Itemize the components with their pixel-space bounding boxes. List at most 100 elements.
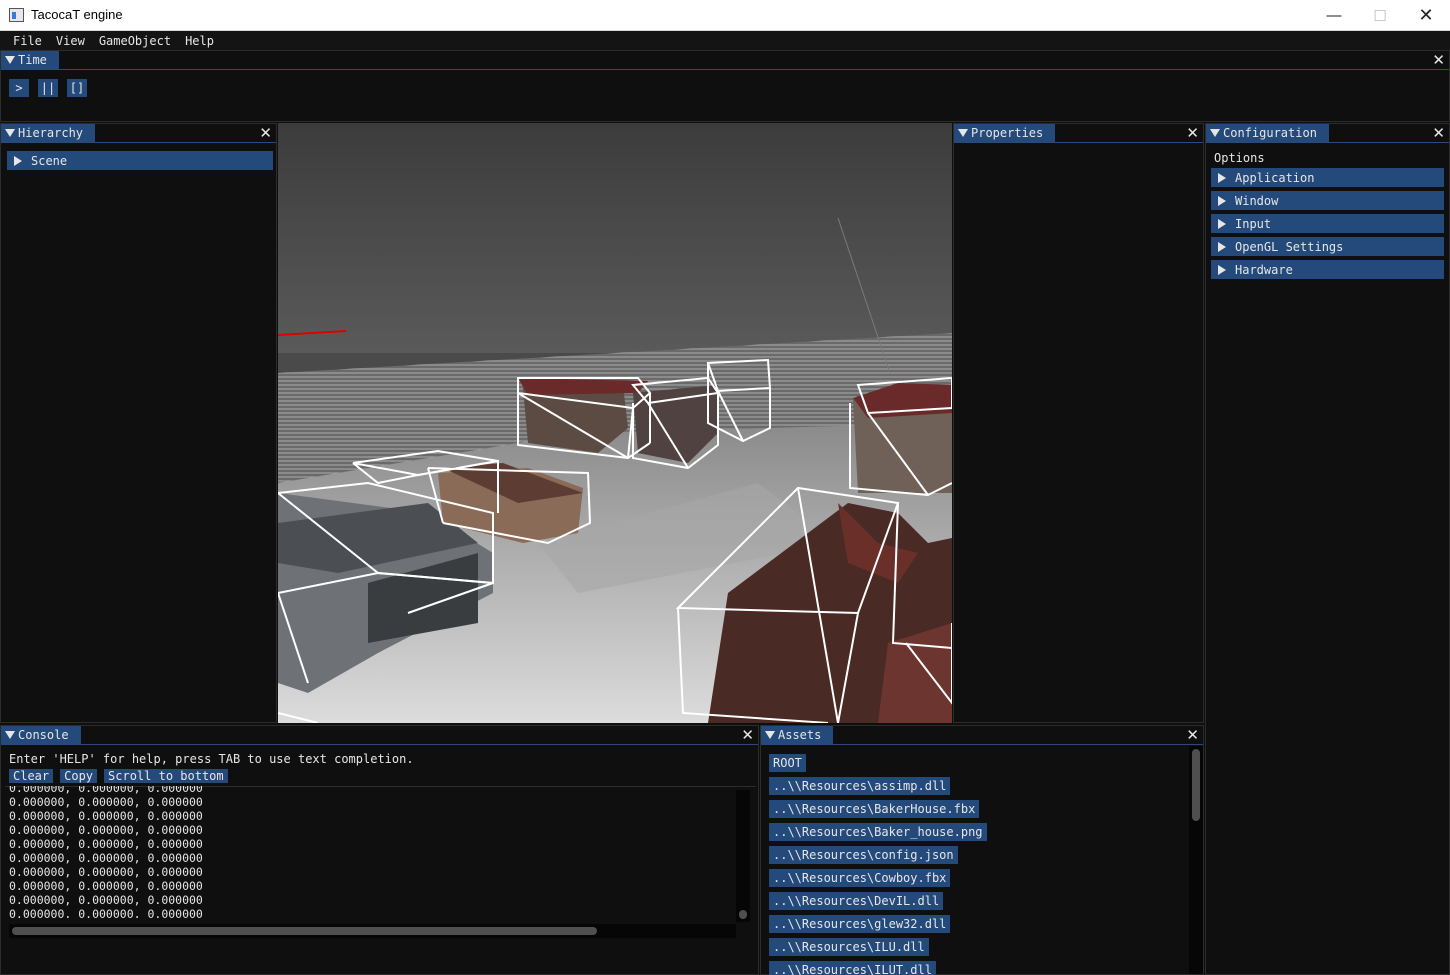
asset-item[interactable]: ..\\Resources\BakerHouse.fbx bbox=[769, 800, 980, 818]
console-log: 0.000000, 0.000000, 0.000000 0.000000, 0… bbox=[9, 786, 729, 918]
collapse-arrow-icon[interactable] bbox=[958, 129, 968, 137]
time-panel-tab[interactable]: Time bbox=[1, 51, 59, 69]
console-line: 0.000000, 0.000000, 0.000000 bbox=[9, 786, 203, 795]
properties-panel-close-icon[interactable]: ✕ bbox=[1186, 125, 1199, 141]
menu-gameobject[interactable]: GameObject bbox=[92, 34, 178, 48]
config-section-opengl-settings[interactable]: OpenGL Settings bbox=[1211, 237, 1444, 256]
console-line: 0.000000, 0.000000, 0.000000 bbox=[9, 907, 203, 918]
collapse-arrow-icon[interactable] bbox=[5, 129, 15, 137]
window-titlebar: TacocaT engine — ☐ ✕ bbox=[0, 0, 1450, 31]
tree-node-scene[interactable]: Scene bbox=[7, 151, 273, 170]
assets-panel-tab[interactable]: Assets bbox=[761, 726, 834, 744]
assets-panel: Assets ✕ ROOT ..\\Resources\assimp.dll .… bbox=[760, 725, 1204, 975]
menu-view[interactable]: View bbox=[49, 34, 92, 48]
console-panel-close-icon[interactable]: ✕ bbox=[741, 727, 754, 743]
collapse-arrow-icon[interactable] bbox=[1210, 129, 1220, 137]
config-section-label: Input bbox=[1235, 216, 1272, 231]
hierarchy-panel-title: Hierarchy bbox=[18, 126, 84, 140]
properties-panel-tab[interactable]: Properties bbox=[954, 124, 1056, 142]
expand-arrow-icon[interactable] bbox=[1218, 265, 1226, 275]
asset-item[interactable]: ..\\Resources\assimp.dll bbox=[769, 777, 951, 795]
console-clear-button[interactable]: Clear bbox=[9, 769, 54, 783]
close-window-button[interactable]: ✕ bbox=[1403, 0, 1449, 31]
collapse-arrow-icon[interactable] bbox=[5, 56, 15, 64]
console-line: 0.000000, 0.000000, 0.000000 bbox=[9, 809, 203, 823]
expand-arrow-icon[interactable] bbox=[1218, 242, 1226, 252]
hierarchy-panel-close-icon[interactable]: ✕ bbox=[259, 125, 272, 141]
asset-item[interactable]: ..\\Resources\DevIL.dll bbox=[769, 892, 944, 910]
assets-panel-close-icon[interactable]: ✕ bbox=[1186, 727, 1199, 743]
console-line: 0.000000, 0.000000, 0.000000 bbox=[9, 865, 203, 879]
console-scroll-to-bottom-button[interactable]: Scroll to bottom bbox=[104, 769, 228, 783]
console-panel-title: Console bbox=[18, 728, 69, 742]
time-panel-title: Time bbox=[18, 53, 47, 67]
config-section-window[interactable]: Window bbox=[1211, 191, 1444, 210]
config-section-hardware[interactable]: Hardware bbox=[1211, 260, 1444, 279]
menu-file[interactable]: File bbox=[6, 34, 49, 48]
menu-help[interactable]: Help bbox=[178, 34, 221, 48]
hierarchy-panel: Hierarchy ✕ Scene bbox=[0, 123, 277, 723]
assets-panel-header: Assets ✕ bbox=[761, 726, 1203, 745]
expand-arrow-icon[interactable] bbox=[1218, 173, 1226, 183]
console-horizontal-scroll-thumb[interactable] bbox=[12, 927, 597, 935]
assets-vertical-scrollbar[interactable] bbox=[1189, 746, 1203, 974]
asset-item[interactable]: ..\\Resources\config.json bbox=[769, 846, 958, 864]
asset-item[interactable]: ..\\Resources\Cowboy.fbx bbox=[769, 869, 951, 887]
expand-arrow-icon[interactable] bbox=[14, 156, 22, 166]
play-button[interactable]: > bbox=[9, 79, 29, 97]
console-horizontal-scrollbar[interactable] bbox=[9, 924, 736, 938]
asset-root[interactable]: ROOT bbox=[769, 754, 806, 772]
minimize-button[interactable]: — bbox=[1311, 0, 1357, 31]
collapse-arrow-icon[interactable] bbox=[5, 731, 15, 739]
console-line: 0.000000, 0.000000, 0.000000 bbox=[9, 893, 203, 907]
properties-panel-header: Properties ✕ bbox=[954, 124, 1203, 143]
time-panel: Time ✕ > || [] bbox=[0, 50, 1450, 122]
config-section-label: Window bbox=[1235, 193, 1279, 208]
assets-panel-title: Assets bbox=[778, 728, 822, 742]
config-section-label: OpenGL Settings bbox=[1235, 239, 1344, 254]
pause-button[interactable]: || bbox=[38, 79, 58, 97]
console-hint: Enter 'HELP' for help, press TAB to use … bbox=[9, 752, 414, 766]
console-line: 0.000000, 0.000000, 0.000000 bbox=[9, 837, 203, 851]
config-section-label: Application bbox=[1235, 170, 1315, 185]
maximize-button[interactable]: ☐ bbox=[1357, 0, 1403, 31]
console-panel-tab[interactable]: Console bbox=[1, 726, 81, 744]
stop-button[interactable]: [] bbox=[67, 79, 87, 97]
config-section-application[interactable]: Application bbox=[1211, 168, 1444, 187]
console-vertical-scroll-thumb[interactable] bbox=[739, 910, 747, 919]
configuration-panel-close-icon[interactable]: ✕ bbox=[1432, 125, 1445, 141]
options-heading: Options bbox=[1214, 151, 1265, 165]
app-icon bbox=[9, 8, 24, 22]
asset-item[interactable]: ..\\Resources\ILU.dll bbox=[769, 938, 929, 956]
configuration-panel-tab[interactable]: Configuration bbox=[1206, 124, 1329, 142]
configuration-panel-header: Configuration ✕ bbox=[1206, 124, 1449, 143]
scene-viewport[interactable] bbox=[278, 123, 952, 723]
hierarchy-panel-header: Hierarchy ✕ bbox=[1, 124, 276, 143]
console-copy-button[interactable]: Copy bbox=[60, 769, 98, 783]
expand-arrow-icon[interactable] bbox=[1218, 196, 1226, 206]
configuration-panel-title: Configuration bbox=[1223, 126, 1317, 140]
configuration-panel: Configuration ✕ Options Application Wind… bbox=[1205, 123, 1450, 975]
window-title: TacocaT engine bbox=[31, 7, 123, 22]
asset-item[interactable]: ..\\Resources\ILUT.dll bbox=[769, 961, 936, 975]
menu-bar: File View GameObject Help bbox=[0, 31, 1450, 50]
console-panel-header: Console ✕ bbox=[1, 726, 758, 745]
time-panel-close-icon[interactable]: ✕ bbox=[1432, 52, 1445, 68]
console-line: 0.000000, 0.000000, 0.000000 bbox=[9, 795, 203, 809]
asset-item[interactable]: ..\\Resources\glew32.dll bbox=[769, 915, 951, 933]
expand-arrow-icon[interactable] bbox=[1218, 219, 1226, 229]
console-panel: Console ✕ Enter 'HELP' for help, press T… bbox=[0, 725, 759, 975]
console-line: 0.000000, 0.000000, 0.000000 bbox=[9, 879, 203, 893]
console-line: 0.000000, 0.000000, 0.000000 bbox=[9, 823, 203, 837]
time-panel-header: Time ✕ bbox=[1, 51, 1449, 70]
hierarchy-panel-tab[interactable]: Hierarchy bbox=[1, 124, 96, 142]
collapse-arrow-icon[interactable] bbox=[765, 731, 775, 739]
config-section-input[interactable]: Input bbox=[1211, 214, 1444, 233]
console-line: 0.000000, 0.000000, 0.000000 bbox=[9, 851, 203, 865]
properties-panel-title: Properties bbox=[971, 126, 1044, 140]
console-vertical-scrollbar[interactable] bbox=[736, 790, 750, 922]
asset-item[interactable]: ..\\Resources\Baker_house.png bbox=[769, 823, 987, 841]
properties-panel: Properties ✕ bbox=[953, 123, 1204, 723]
config-section-label: Hardware bbox=[1235, 262, 1293, 277]
assets-vertical-scroll-thumb[interactable] bbox=[1192, 749, 1200, 821]
